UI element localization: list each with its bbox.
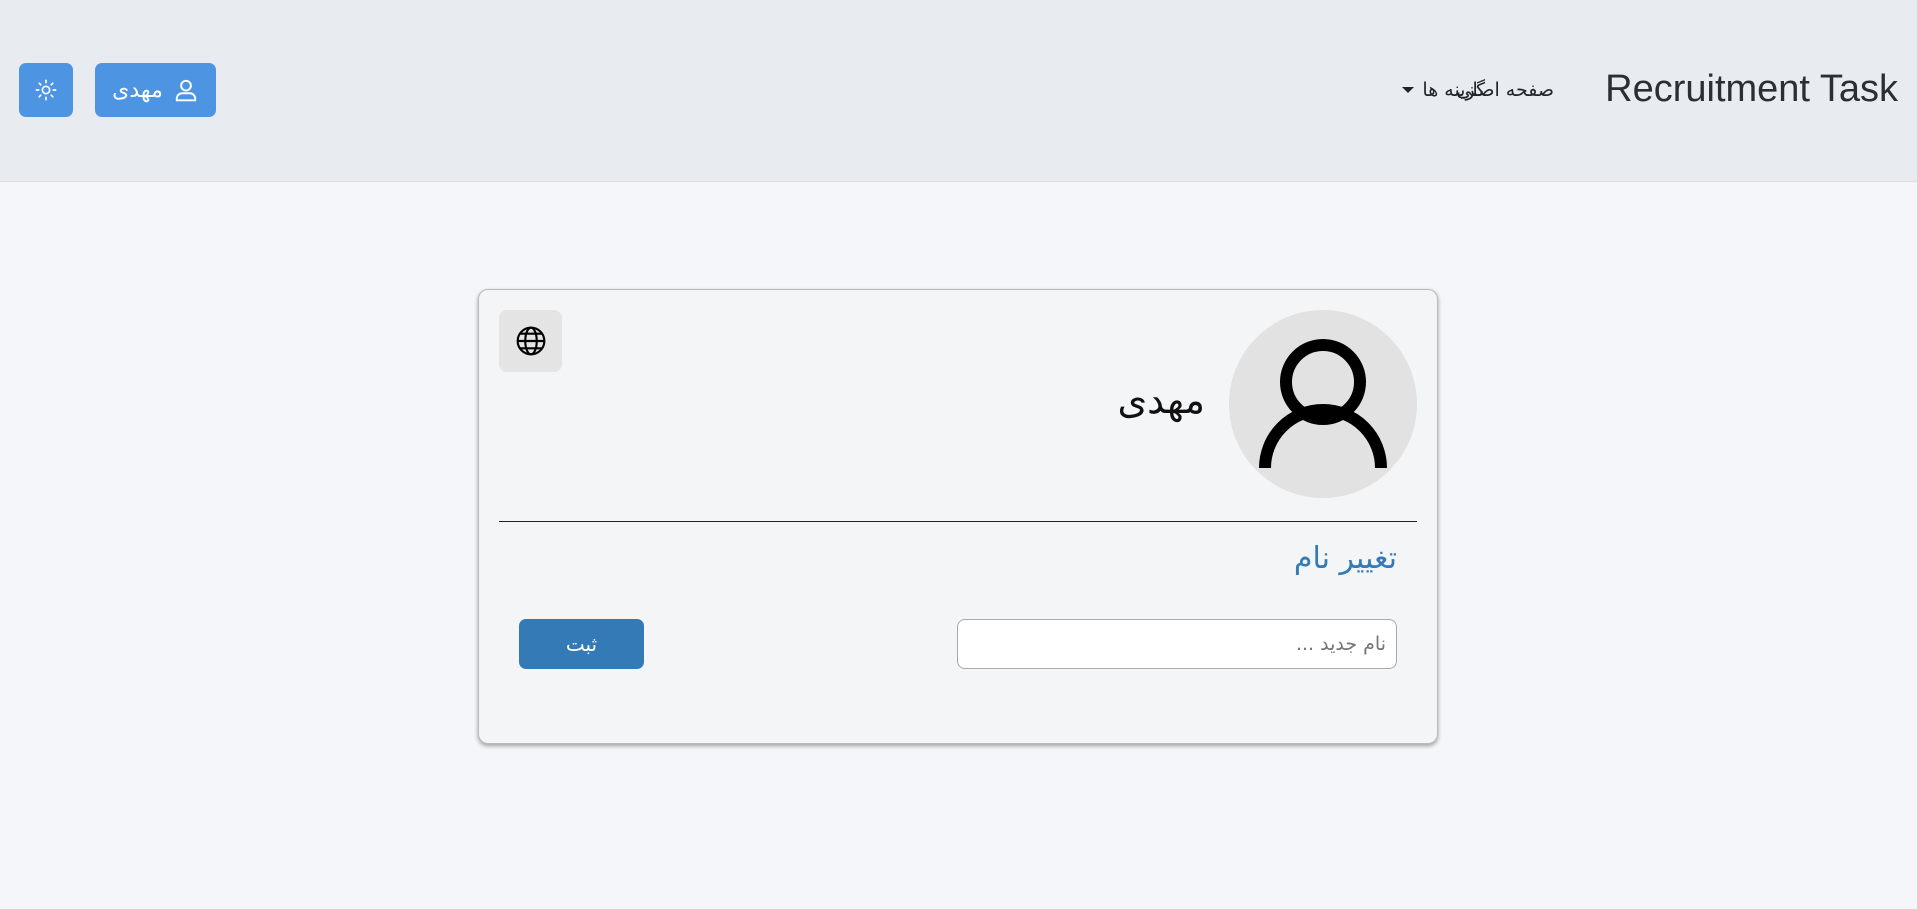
submit-button[interactable]: ثبت	[519, 619, 644, 669]
globe-icon	[516, 326, 545, 356]
profile-card: مهدی تغییر نام ثبت	[478, 289, 1438, 744]
profile-display-name: مهدی	[1117, 378, 1205, 422]
user-avatar-icon	[1229, 310, 1417, 498]
user-menu-button[interactable]: مهدی	[95, 63, 216, 117]
theme-toggle-button[interactable]	[19, 63, 73, 117]
language-button[interactable]	[499, 310, 562, 372]
user-icon	[175, 79, 197, 102]
nav-options-label: گزینه ها	[1422, 79, 1485, 101]
sun-icon	[35, 79, 57, 101]
new-name-input[interactable]	[957, 619, 1397, 669]
change-name-title: تغییر نام	[1293, 541, 1397, 576]
nav-options-dropdown[interactable]: گزینه ها	[1402, 77, 1485, 103]
user-menu-label: مهدی	[112, 77, 163, 103]
caret-down-icon	[1402, 87, 1415, 93]
card-divider	[499, 521, 1417, 522]
brand-title[interactable]: Recruitment Task	[1605, 66, 1898, 112]
navbar: Recruitment Task صفحه اصلی گزینه ها مهدی	[0, 0, 1917, 182]
